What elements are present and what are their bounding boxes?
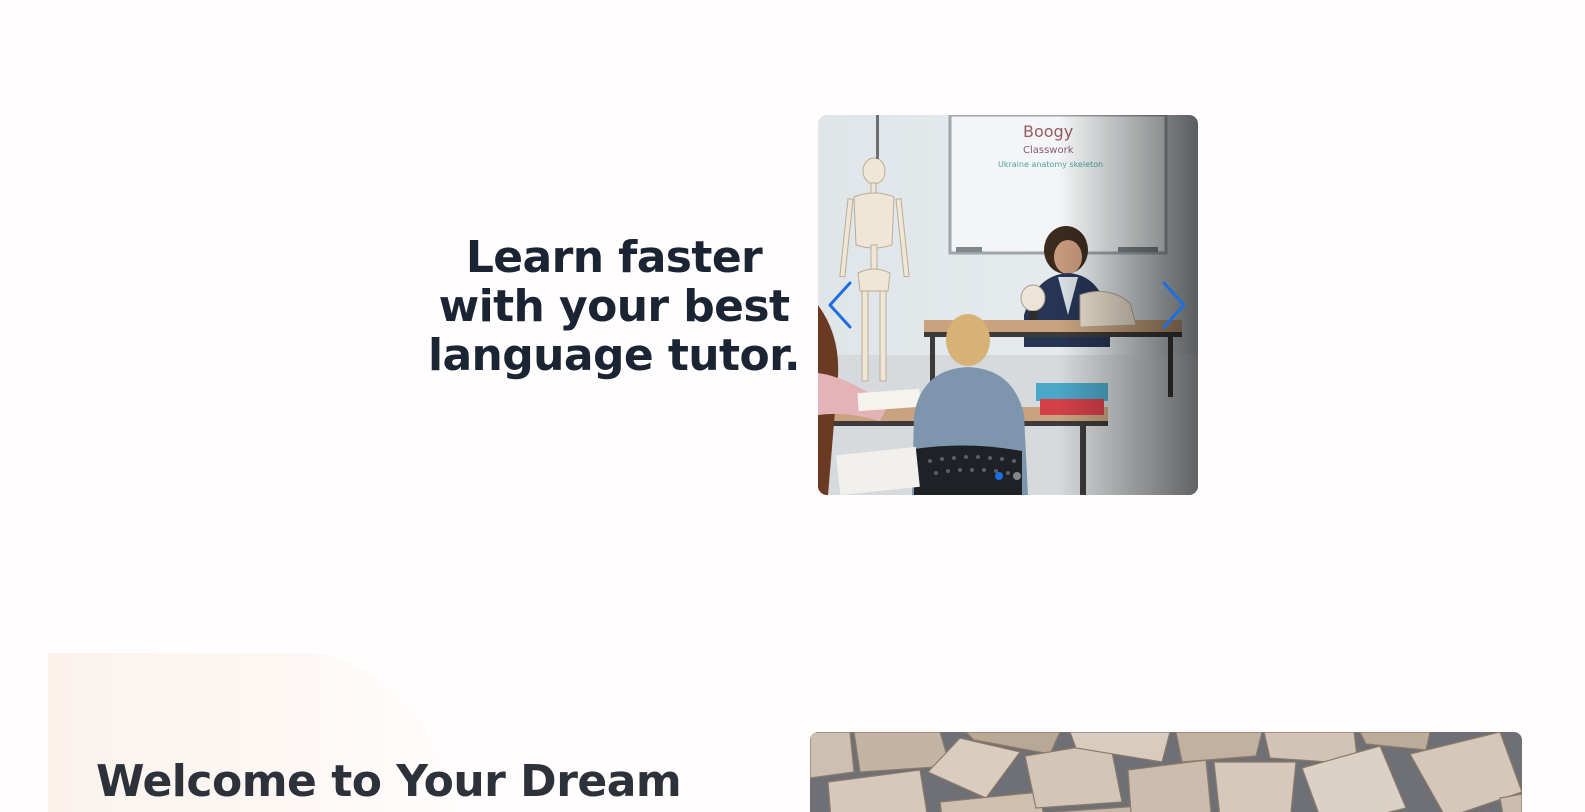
chevron-right-icon (1162, 281, 1186, 329)
carousel-indicator-2[interactable] (1013, 472, 1021, 480)
chevron-left-icon (828, 281, 852, 329)
carousel-prev-button[interactable] (822, 281, 858, 329)
classroom-photo: Boogy Classwork Ukraine anatomy skeleton (818, 115, 1198, 495)
welcome-title: Welcome to Your Dream (96, 756, 682, 807)
hero-title: Learn faster with your best language tut… (427, 232, 801, 381)
welcome-image (810, 732, 1522, 812)
carousel-indicators (818, 472, 1198, 480)
carousel-indicator-1[interactable] (995, 472, 1003, 480)
wooden-blocks-photo (810, 732, 1522, 812)
carousel-next-button[interactable] (1156, 281, 1192, 329)
page: Learn faster with your best language tut… (0, 0, 1585, 812)
hero-carousel: Boogy Classwork Ukraine anatomy skeleton (818, 115, 1198, 495)
